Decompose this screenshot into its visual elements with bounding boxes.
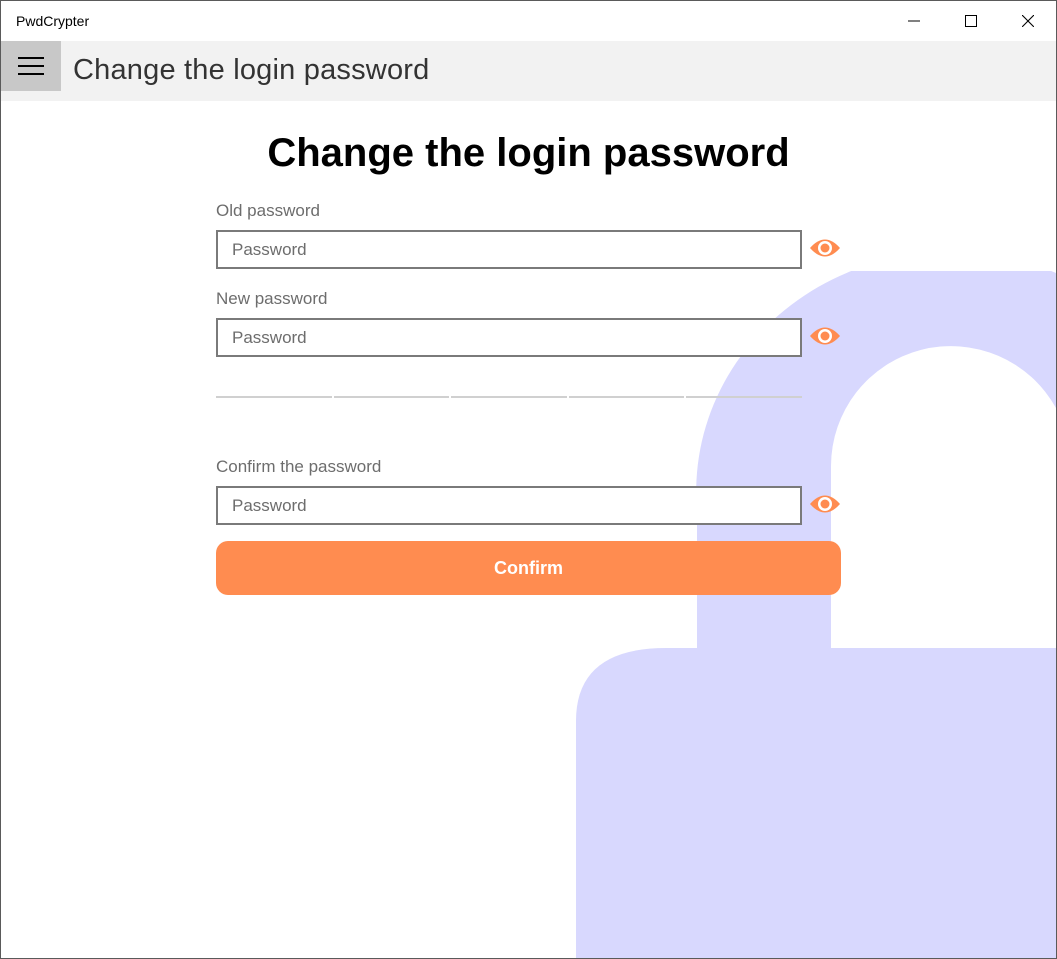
close-button[interactable] [999, 1, 1056, 41]
old-password-field[interactable] [216, 230, 802, 269]
strength-segment [686, 396, 802, 398]
strength-segment [568, 396, 685, 398]
lock-icon [576, 271, 1056, 958]
new-password-input[interactable] [218, 320, 800, 355]
minimize-icon [907, 20, 920, 22]
app-window: PwdCrypter Change the login password Cha… [0, 0, 1057, 959]
old-password-input[interactable] [218, 232, 800, 267]
password-strength-meter [216, 396, 802, 398]
new-password-label: New password [216, 289, 328, 308]
maximize-button[interactable] [942, 1, 999, 41]
strength-segment [216, 396, 332, 398]
menu-button[interactable] [1, 41, 61, 91]
new-password-field[interactable] [216, 318, 802, 357]
close-icon [1021, 15, 1034, 27]
maximize-icon [964, 15, 977, 27]
confirm-password-label: Confirm the password [216, 457, 382, 476]
eye-icon[interactable] [809, 237, 841, 259]
strength-segment [333, 396, 450, 398]
eye-icon[interactable] [809, 493, 841, 515]
app-header: Change the login password [1, 41, 1056, 101]
minimize-button[interactable] [885, 1, 942, 41]
header-title: Change the login password [73, 54, 430, 86]
hamburger-icon [18, 57, 44, 75]
title-bar: PwdCrypter [1, 1, 1056, 41]
confirm-button[interactable]: Confirm [216, 541, 841, 595]
page-heading: Change the login password [267, 131, 790, 175]
old-password-label: Old password [216, 201, 320, 220]
eye-icon[interactable] [809, 325, 841, 347]
confirm-password-input[interactable] [218, 488, 800, 523]
app-title: PwdCrypter [16, 13, 90, 29]
confirm-password-field[interactable] [216, 486, 802, 525]
strength-segment [451, 396, 567, 398]
